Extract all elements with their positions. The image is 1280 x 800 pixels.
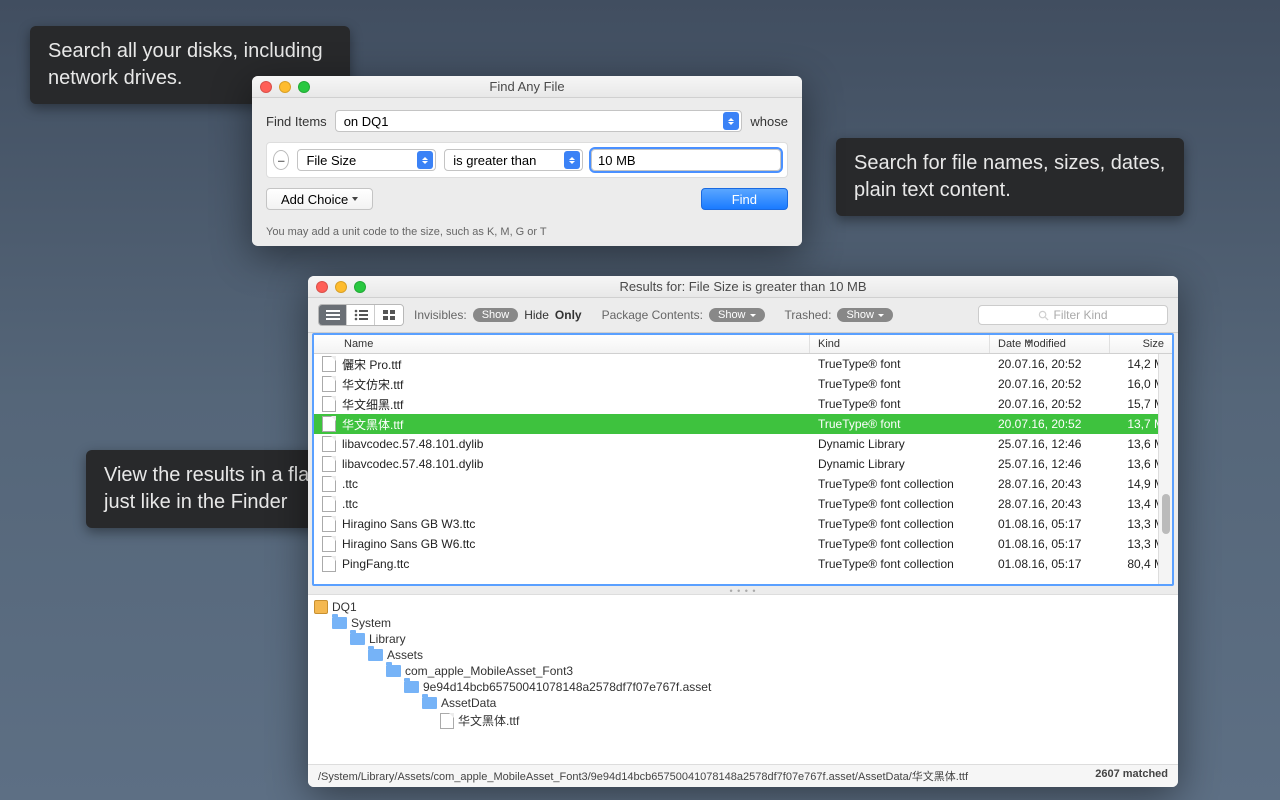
file-icon bbox=[322, 556, 336, 572]
chevron-updown-icon bbox=[564, 151, 580, 169]
titlebar: Results for: File Size is greater than 1… bbox=[308, 276, 1178, 298]
path-item[interactable]: AssetData bbox=[314, 695, 1178, 711]
folder-icon bbox=[350, 633, 365, 645]
table-row[interactable]: PingFang.ttcTrueType® font collection01.… bbox=[314, 554, 1172, 574]
table-header[interactable]: Name Kind Date Modified Size bbox=[314, 335, 1172, 354]
path-item[interactable]: System bbox=[314, 615, 1178, 631]
add-choice-button[interactable]: Add Choice bbox=[266, 188, 373, 210]
scroll-thumb[interactable] bbox=[1162, 494, 1170, 534]
folder-icon bbox=[422, 697, 437, 709]
file-icon bbox=[322, 396, 336, 412]
callout-search-criteria: Search for file names, sizes, dates, pla… bbox=[836, 138, 1184, 216]
table-row[interactable]: 儷宋 Pro.ttfTrueType® font20.07.16, 20:521… bbox=[314, 354, 1172, 374]
file-icon bbox=[322, 416, 336, 432]
status-path: /System/Library/Assets/com_apple_MobileA… bbox=[318, 768, 968, 784]
table-row[interactable]: libavcodec.57.48.101.dylibDynamic Librar… bbox=[314, 454, 1172, 474]
field-select[interactable]: File Size bbox=[297, 149, 436, 171]
path-item[interactable]: Assets bbox=[314, 647, 1178, 663]
whose-label: whose bbox=[750, 114, 788, 129]
col-date[interactable]: Date Modified bbox=[990, 335, 1110, 353]
status-bar: /System/Library/Assets/com_apple_MobileA… bbox=[308, 764, 1178, 787]
split-handle[interactable]: • • • • bbox=[308, 586, 1178, 594]
folder-icon bbox=[368, 649, 383, 661]
trashed-label: Trashed: bbox=[785, 308, 832, 322]
file-icon bbox=[322, 536, 336, 552]
search-window: Find Any File Find Items on DQ1 whose – … bbox=[252, 76, 802, 246]
table-row[interactable]: Hiragino Sans GB W3.ttcTrueType® font co… bbox=[314, 514, 1172, 534]
remove-criterion-button[interactable]: – bbox=[273, 150, 289, 170]
disk-icon bbox=[314, 600, 328, 614]
file-icon bbox=[322, 476, 336, 492]
path-item[interactable]: Library bbox=[314, 631, 1178, 647]
operator-select[interactable]: is greater than bbox=[444, 149, 583, 171]
package-label: Package Contents: bbox=[602, 308, 703, 322]
invisibles-hide[interactable]: Hide bbox=[524, 308, 549, 322]
sort-asc-icon bbox=[1026, 339, 1032, 343]
file-icon bbox=[322, 456, 336, 472]
chevron-down-icon bbox=[352, 197, 358, 201]
file-icon bbox=[322, 436, 336, 452]
find-items-label: Find Items bbox=[266, 114, 327, 129]
col-size[interactable]: Size bbox=[1110, 335, 1172, 353]
col-kind[interactable]: Kind bbox=[810, 335, 990, 353]
folder-icon bbox=[386, 665, 401, 677]
hint-text: You may add a unit code to the size, suc… bbox=[266, 220, 788, 238]
invisibles-only[interactable]: Only bbox=[555, 308, 582, 322]
trashed-show[interactable]: Show bbox=[837, 308, 893, 322]
table-row[interactable]: 华文仿宋.ttfTrueType® font20.07.16, 20:5216,… bbox=[314, 374, 1172, 394]
chevron-down-icon bbox=[878, 314, 884, 317]
col-name[interactable]: Name bbox=[314, 335, 810, 353]
titlebar: Find Any File bbox=[252, 76, 802, 98]
path-item[interactable]: 华文黑体.ttf bbox=[314, 711, 1178, 730]
path-item[interactable]: com_apple_MobileAsset_Font3 bbox=[314, 663, 1178, 679]
file-icon bbox=[322, 376, 336, 392]
folder-icon bbox=[332, 617, 347, 629]
toolbar: Invisibles: Show Hide Only Package Conte… bbox=[308, 298, 1178, 333]
search-icon bbox=[1038, 310, 1049, 321]
location-select[interactable]: on DQ1 bbox=[335, 110, 743, 132]
results-table: Name Kind Date Modified Size 儷宋 Pro.ttfT… bbox=[312, 333, 1174, 586]
path-item[interactable]: 9e94d14bcb65750041078148a2578df7f07e767f… bbox=[314, 679, 1178, 695]
grid-view-icon[interactable] bbox=[375, 305, 403, 325]
table-row[interactable]: .ttcTrueType® font collection28.07.16, 2… bbox=[314, 474, 1172, 494]
window-title: Results for: File Size is greater than 1… bbox=[308, 279, 1178, 294]
table-row[interactable]: libavcodec.57.48.101.dylibDynamic Librar… bbox=[314, 434, 1172, 454]
chevron-down-icon bbox=[750, 314, 756, 317]
file-icon bbox=[322, 356, 336, 372]
package-show[interactable]: Show bbox=[709, 308, 765, 322]
table-row[interactable]: Hiragino Sans GB W6.ttcTrueType® font co… bbox=[314, 534, 1172, 554]
tree-view-icon[interactable] bbox=[347, 305, 375, 325]
value-input[interactable] bbox=[591, 149, 781, 171]
view-mode-segments[interactable] bbox=[318, 304, 404, 326]
invisibles-label: Invisibles: bbox=[414, 308, 467, 322]
list-view-icon[interactable] bbox=[319, 305, 347, 325]
file-icon bbox=[322, 516, 336, 532]
chevron-updown-icon bbox=[417, 151, 433, 169]
path-tree[interactable]: DQ1SystemLibraryAssetscom_apple_MobileAs… bbox=[308, 594, 1178, 764]
status-count: 2607 matched bbox=[1095, 768, 1168, 784]
scrollbar[interactable] bbox=[1158, 354, 1172, 584]
file-icon bbox=[440, 713, 454, 729]
table-row[interactable]: .ttcTrueType® font collection28.07.16, 2… bbox=[314, 494, 1172, 514]
table-body[interactable]: 儷宋 Pro.ttfTrueType® font20.07.16, 20:521… bbox=[314, 354, 1172, 584]
find-button[interactable]: Find bbox=[701, 188, 788, 210]
table-row[interactable]: 华文细黑.ttfTrueType® font20.07.16, 20:5215,… bbox=[314, 394, 1172, 414]
file-icon bbox=[322, 496, 336, 512]
chevron-updown-icon bbox=[723, 112, 739, 130]
folder-icon bbox=[404, 681, 419, 693]
path-item[interactable]: DQ1 bbox=[314, 599, 1178, 615]
table-row[interactable]: 华文黑体.ttfTrueType® font20.07.16, 20:5213,… bbox=[314, 414, 1172, 434]
results-window: Results for: File Size is greater than 1… bbox=[308, 276, 1178, 787]
window-title: Find Any File bbox=[252, 79, 802, 94]
invisibles-show[interactable]: Show bbox=[473, 308, 519, 322]
filter-input[interactable]: Filter Kind bbox=[978, 305, 1168, 325]
